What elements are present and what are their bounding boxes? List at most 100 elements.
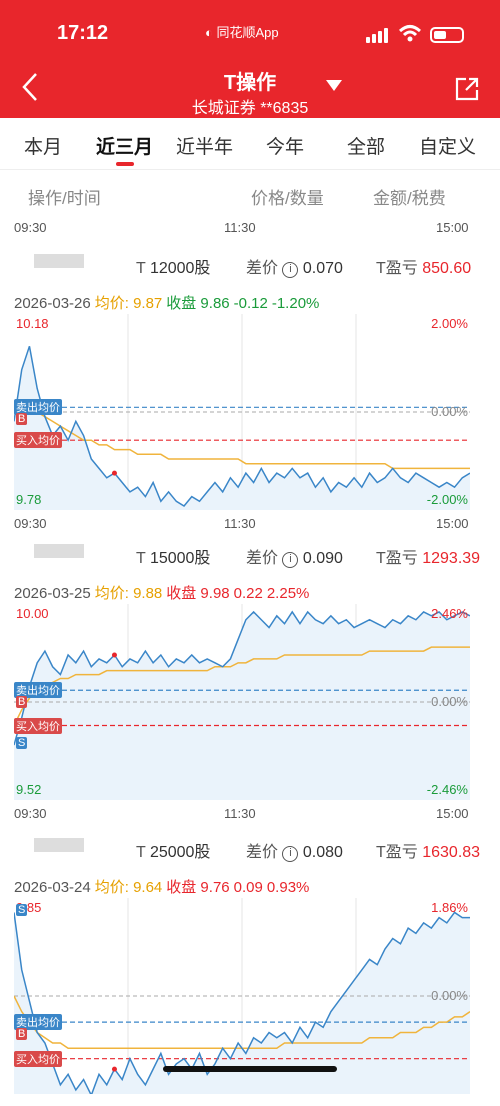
trade-qty: T 12000股	[136, 254, 210, 278]
trade-qty: T 15000股	[136, 544, 210, 568]
dropdown-icon[interactable]	[326, 80, 342, 91]
tab-last-three-months[interactable]: 近三月	[96, 132, 153, 159]
buy-marker: B	[16, 696, 28, 709]
day-close: 收盘 9.98	[166, 585, 230, 602]
y-low-label: 9.52	[16, 782, 42, 797]
time-scale: 09:30 11:30 15:00	[0, 218, 500, 238]
page-title: T操作	[223, 72, 277, 94]
status-time: 17:12	[57, 22, 109, 44]
t-prefix: T	[136, 550, 150, 567]
t-pnl: T盈亏 850.60	[376, 254, 471, 278]
info-icon[interactable]: i	[282, 552, 299, 568]
day-info-row: 2026-03-26 均价: 9.87 收盘 9.86 -0.12 -1.20%	[14, 292, 323, 313]
intraday-chart[interactable]: 10.182.00%0.00%9.78-2.00%卖出均价买入均价SB	[13, 314, 471, 510]
tab-custom[interactable]: 自定义	[419, 132, 476, 159]
time-mid: 11:30	[224, 220, 256, 235]
day-info-row: 2026-03-25 均价: 9.88 收盘 9.98 0.22 2.25%	[14, 582, 313, 603]
trade-date: 2026-03-25	[14, 585, 91, 602]
buy-marker: B	[16, 413, 28, 426]
info-icon[interactable]: i	[282, 846, 299, 862]
trade-date: 2026-03-26	[14, 295, 91, 312]
period-tabs: 本月 近三月 近半年 今年 全部 自定义	[0, 118, 500, 170]
header-bar: 17:12 ◐ 同花顺App T操作 长城证券 **6835	[0, 0, 500, 118]
day-change: 0.09	[233, 879, 263, 896]
pct-high-label: 1.86%	[431, 900, 468, 915]
qty-value: 12000股	[149, 260, 211, 277]
trade-record[interactable]: T 25000股 差价 i 0.080 T盈亏 1630.83 2026-03-24 均…	[0, 806, 500, 1106]
intraday-chart-svg	[13, 604, 471, 800]
info-icon[interactable]: i	[282, 262, 299, 278]
t-pnl: T盈亏 1293.39	[376, 544, 480, 568]
diff-label: 差价	[246, 550, 283, 567]
pnl-label: T盈亏	[376, 550, 423, 567]
buy-marker: B	[16, 1028, 28, 1041]
redacted-stock-name	[34, 838, 84, 852]
intraday-chart-svg	[13, 898, 471, 1098]
col-price-qty: 价格/数量	[251, 189, 324, 208]
day-change-pct: 0.93%	[266, 879, 310, 896]
day-info-row: 2026-03-24 均价: 9.64 收盘 9.76 0.09 0.93%	[14, 876, 313, 897]
day-avg: 均价: 9.87	[94, 295, 163, 312]
price-diff: 差价 i 0.080	[246, 838, 343, 862]
tab-this-month[interactable]: 本月	[24, 132, 62, 159]
pct-zero-label: 0.00%	[431, 404, 468, 419]
time-start: 09:30	[14, 220, 47, 235]
y-low-label: 9.78	[16, 492, 42, 507]
qty-value: 15000股	[149, 550, 211, 567]
return-to-app-link[interactable]: ◐ 同花顺App	[205, 22, 279, 41]
y-high-label: 10.18	[16, 316, 49, 331]
y-high-label: 10.00	[16, 606, 49, 621]
day-close: 收盘 9.86	[166, 295, 230, 312]
t-prefix: T	[136, 844, 150, 861]
tab-this-year[interactable]: 今年	[266, 132, 304, 159]
trade-summary: T 15000股 差价 i 0.090 T盈亏 1293.39	[0, 534, 500, 574]
active-tab-indicator	[116, 162, 134, 166]
col-amount-fee: 金额/税费	[373, 189, 446, 208]
price-area	[14, 611, 470, 800]
day-avg: 均价: 9.88	[94, 585, 163, 602]
pct-low-label: -2.00%	[426, 492, 468, 507]
share-icon[interactable]	[454, 76, 480, 102]
diff-label: 差价	[246, 260, 283, 277]
diff-value: 0.070	[298, 260, 343, 277]
price-diff: 差价 i 0.070	[246, 254, 343, 278]
pct-low-label: -2.46%	[426, 782, 468, 797]
buy-avg-tag: 买入均价	[14, 432, 62, 449]
buy-avg-tag: 买入均价	[14, 717, 62, 734]
pct-high-label: 2.00%	[431, 316, 468, 331]
wifi-icon	[398, 25, 422, 42]
account-selector[interactable]: 长城证券 **6835	[0, 94, 500, 118]
sell-marker: S	[16, 737, 28, 750]
tab-all[interactable]: 全部	[347, 132, 385, 159]
diff-label: 差价	[246, 844, 283, 861]
col-op-time: 操作/时间	[28, 189, 101, 208]
intraday-chart-svg	[13, 314, 471, 510]
intraday-chart[interactable]: 9.85 1.86% 0.00% 卖出均价 买入均价 S B	[13, 898, 471, 1098]
trade-record[interactable]: 09:30 11:30 15:00 T 12000股 差价 i 0.070 T盈亏 850…	[0, 218, 500, 531]
pnl-label: T盈亏	[376, 844, 423, 861]
pnl-value: 850.60	[422, 260, 472, 277]
trade-point	[111, 652, 117, 658]
intraday-chart[interactable]: 10.00 2.46% 0.00% 9.52 -2.46% 卖出均价 买入均价 S B	[13, 604, 471, 800]
trade-point	[111, 470, 117, 476]
pct-zero-label: 0.00%	[431, 988, 468, 1003]
app-logo-icon: ◐	[205, 25, 217, 40]
pnl-value: 1293.39	[422, 550, 481, 567]
home-indicator	[163, 1066, 337, 1072]
t-pnl: T盈亏 1630.83	[376, 838, 480, 862]
signal-icon	[366, 28, 390, 48]
day-change: -0.12	[233, 295, 268, 312]
day-avg: 均价: 9.64	[94, 879, 163, 896]
battery-icon	[430, 27, 464, 43]
pnl-value: 1630.83	[422, 844, 481, 861]
trade-record[interactable]: T 15000股 差价 i 0.090 T盈亏 1293.39 2026-03-25 均…	[0, 512, 500, 821]
day-close: 收盘 9.76	[166, 879, 230, 896]
pct-zero-label: 0.00%	[431, 694, 468, 709]
time-end: 15:00	[436, 220, 469, 235]
trade-summary: T 25000股 差价 i 0.080 T盈亏 1630.83	[0, 828, 500, 868]
tab-last-half-year[interactable]: 近半年	[176, 132, 233, 159]
price-diff: 差价 i 0.090	[246, 544, 343, 568]
redacted-stock-name	[34, 254, 84, 268]
app-note-label: 同花顺App	[216, 25, 279, 40]
pct-high-label: 2.46%	[431, 606, 468, 621]
